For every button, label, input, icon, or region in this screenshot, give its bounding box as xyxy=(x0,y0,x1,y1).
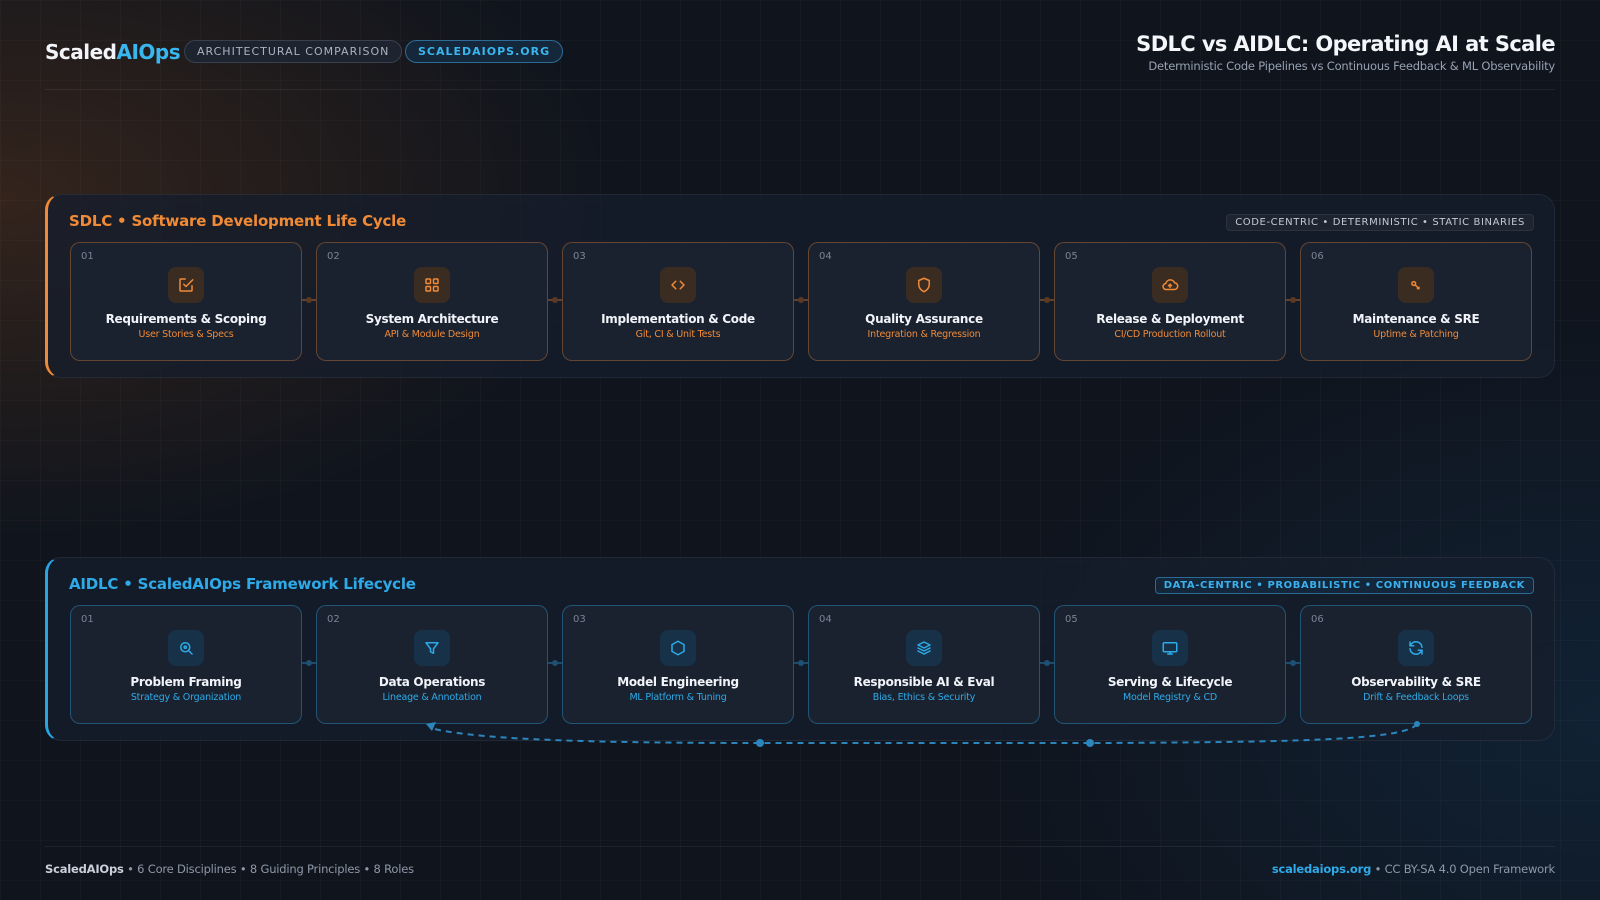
sdlc-stage-card[interactable]: 02 System Architecture API & Module Desi… xyxy=(316,242,548,361)
sdlc-stage-card[interactable]: 03 Implementation & Code Git, CI & Unit … xyxy=(562,242,794,361)
stage-title: Serving & Lifecycle xyxy=(1107,675,1233,689)
stage-subtitle: Integration & Regression xyxy=(867,329,981,340)
stage-connector xyxy=(1040,660,1054,666)
stage-subtitle: Drift & Feedback Loops xyxy=(1363,692,1469,703)
stage-title: Release & Deployment xyxy=(1096,312,1244,326)
stage-number: 03 xyxy=(573,251,586,262)
brand-logo-part2: AIOps xyxy=(116,40,181,64)
stage-number: 02 xyxy=(327,614,340,625)
stage-number: 01 xyxy=(81,251,94,262)
page-title: SDLC vs AIDLC: Operating AI at Scale xyxy=(1136,32,1555,56)
stage-title: Problem Framing xyxy=(130,675,242,689)
footer-stats: ScaledAIOps • 6 Core Disciplines • 8 Gui… xyxy=(45,862,414,876)
stage-number: 01 xyxy=(81,614,94,625)
stage-title: Implementation & Code xyxy=(601,312,755,326)
sdlc-stage-card[interactable]: 05 Release & Deployment CI/CD Production… xyxy=(1054,242,1286,361)
grid-icon xyxy=(414,267,450,303)
stage-title: Responsible AI & Eval xyxy=(853,675,995,689)
sdlc-panel-tag: CODE-CENTRIC • DETERMINISTIC • STATIC BI… xyxy=(1226,214,1534,231)
stage-subtitle: ML Platform & Tuning xyxy=(629,692,727,703)
sdlc-panel: SDLC • Software Development Life Cycle C… xyxy=(45,194,1555,378)
aidlc-stage-card[interactable]: 04 Responsible AI & Eval Bias, Ethics & … xyxy=(808,605,1040,724)
stage-connector xyxy=(302,660,316,666)
stage-connector xyxy=(794,660,808,666)
layers-icon xyxy=(906,630,942,666)
footer-site-link[interactable]: scaledaiops.org xyxy=(1272,862,1371,876)
stage-number: 06 xyxy=(1311,614,1324,625)
stage-title: Quality Assurance xyxy=(865,312,983,326)
aidlc-stage-card[interactable]: 06 Observability & SRE Drift & Feedback … xyxy=(1300,605,1532,724)
search-icon xyxy=(168,630,204,666)
cloud-upload-icon xyxy=(1152,267,1188,303)
stage-number: 04 xyxy=(819,614,832,625)
aidlc-panel: AIDLC • ScaledAIOps Framework Lifecycle … xyxy=(45,557,1555,741)
stage-title: Maintenance & SRE xyxy=(1352,312,1480,326)
refresh-icon xyxy=(1398,630,1434,666)
key-icon xyxy=(1398,267,1434,303)
aidlc-stage-card[interactable]: 02 Data Operations Lineage & Annotation xyxy=(316,605,548,724)
brand-logo[interactable]: ScaledAIOps xyxy=(45,40,181,64)
code-icon xyxy=(660,267,696,303)
stage-subtitle: User Stories & Specs xyxy=(138,329,234,340)
architectural-comparison-badge: ARCHITECTURAL COMPARISON xyxy=(184,40,403,63)
stage-connector xyxy=(1040,297,1054,303)
stage-connector xyxy=(1286,660,1300,666)
footer-license: scaledaiops.org • CC BY-SA 4.0 Open Fram… xyxy=(1272,862,1555,876)
stage-subtitle: Lineage & Annotation xyxy=(382,692,482,703)
footer-stats-text: • 6 Core Disciplines • 8 Guiding Princip… xyxy=(123,862,414,876)
aidlc-stages: 01 Problem Framing Strategy & Organizati… xyxy=(70,605,1535,724)
shield-icon xyxy=(906,267,942,303)
footer: ScaledAIOps • 6 Core Disciplines • 8 Gui… xyxy=(45,846,1555,876)
stage-subtitle: Model Registry & CD xyxy=(1122,692,1218,703)
stage-number: 06 xyxy=(1311,251,1324,262)
monitor-icon xyxy=(1152,630,1188,666)
stage-connector xyxy=(302,297,316,303)
stage-subtitle: API & Module Design xyxy=(384,329,480,340)
hexagon-icon xyxy=(660,630,696,666)
stage-subtitle: Bias, Ethics & Security xyxy=(872,692,976,703)
stage-connector xyxy=(548,660,562,666)
footer-license-text: • CC BY-SA 4.0 Open Framework xyxy=(1371,862,1556,876)
stage-title: Data Operations xyxy=(378,675,486,689)
stage-connector xyxy=(1286,297,1300,303)
stage-number: 05 xyxy=(1065,614,1078,625)
title-block: SDLC vs AIDLC: Operating AI at Scale Det… xyxy=(1136,32,1555,73)
site-link-badge[interactable]: SCALEDAIOPS.ORG xyxy=(405,40,564,63)
header: ScaledAIOps ARCHITECTURAL COMPARISON SCA… xyxy=(45,30,1556,90)
stage-connector xyxy=(794,297,808,303)
stage-number: 04 xyxy=(819,251,832,262)
aidlc-stage-card[interactable]: 03 Model Engineering ML Platform & Tunin… xyxy=(562,605,794,724)
stage-title: Model Engineering xyxy=(617,675,739,689)
aidlc-panel-title: AIDLC • ScaledAIOps Framework Lifecycle xyxy=(69,575,416,593)
page-subtitle: Deterministic Code Pipelines vs Continuo… xyxy=(1148,59,1555,73)
stage-title: Observability & SRE xyxy=(1351,675,1481,689)
aidlc-panel-tag: DATA-CENTRIC • PROBABILISTIC • CONTINUOU… xyxy=(1154,577,1534,594)
stage-connector xyxy=(548,297,562,303)
stage-number: 05 xyxy=(1065,251,1078,262)
sdlc-stage-card[interactable]: 04 Quality Assurance Integration & Regre… xyxy=(808,242,1040,361)
feedback-loop-arrow xyxy=(426,721,1420,747)
background-grid xyxy=(0,0,1600,900)
aidlc-stage-card[interactable]: 01 Problem Framing Strategy & Organizati… xyxy=(70,605,302,724)
stage-subtitle: Strategy & Organization xyxy=(130,692,242,703)
stage-subtitle: Uptime & Patching xyxy=(1373,329,1459,340)
aidlc-stage-card[interactable]: 05 Serving & Lifecycle Model Registry & … xyxy=(1054,605,1286,724)
sdlc-stage-card[interactable]: 06 Maintenance & SRE Uptime & Patching xyxy=(1300,242,1532,361)
filter-icon xyxy=(414,630,450,666)
stage-title: Requirements & Scoping xyxy=(105,312,267,326)
sdlc-stages: 01 Requirements & Scoping User Stories &… xyxy=(70,242,1535,361)
brand-logo-part1: Scaled xyxy=(45,40,117,64)
footer-brand: ScaledAIOps xyxy=(45,862,124,876)
stage-number: 02 xyxy=(327,251,340,262)
stage-subtitle: Git, CI & Unit Tests xyxy=(635,329,721,340)
sdlc-panel-title: SDLC • Software Development Life Cycle xyxy=(69,212,407,230)
checkbox-edit-icon xyxy=(168,267,204,303)
stage-number: 03 xyxy=(573,614,586,625)
stage-subtitle: CI/CD Production Rollout xyxy=(1114,329,1226,340)
stage-title: System Architecture xyxy=(365,312,499,326)
sdlc-stage-card[interactable]: 01 Requirements & Scoping User Stories &… xyxy=(70,242,302,361)
